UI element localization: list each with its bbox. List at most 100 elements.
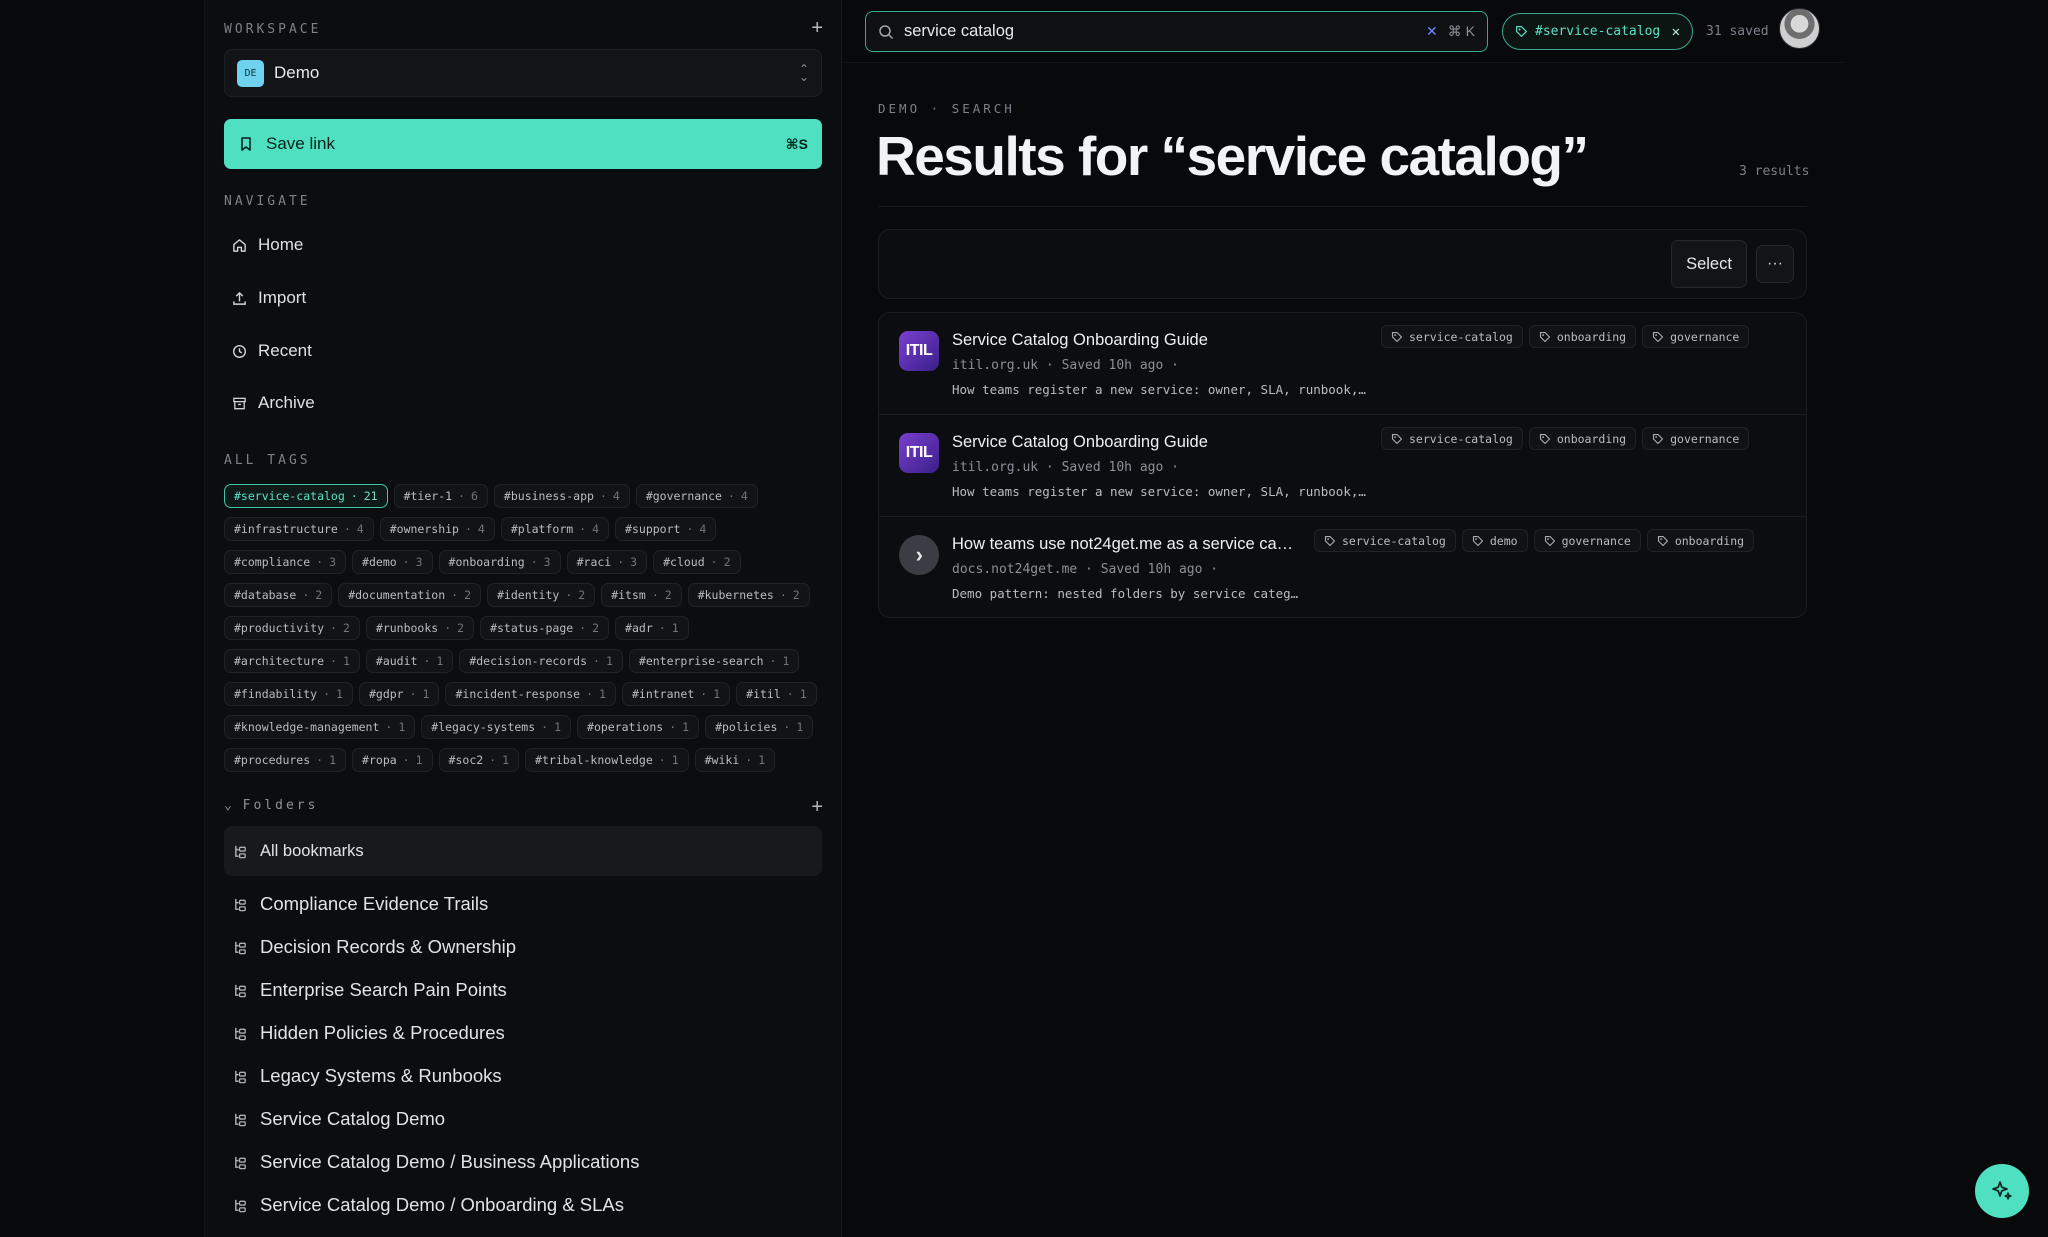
result-title[interactable]: Service Catalog Onboarding Guide xyxy=(952,433,1208,452)
tag-chip[interactable]: #status-page · 2 xyxy=(480,616,610,640)
separator-dot: · xyxy=(579,522,587,536)
nav-recent[interactable]: Recent xyxy=(224,331,822,371)
tag-chip[interactable]: #intranet · 1 xyxy=(621,682,731,706)
folder-item[interactable]: Legacy Systems & Runbooks xyxy=(224,1053,822,1099)
tag-count: 1 xyxy=(671,753,679,767)
folder-item[interactable]: Service Catalog Demo / Onboarding & SLAs xyxy=(224,1182,822,1228)
tag-name: #cloud xyxy=(663,555,705,569)
tag-chip[interactable]: #kubernetes · 2 xyxy=(687,583,810,607)
workspace-select[interactable]: DE Demo ⌃ ⌄ xyxy=(224,49,822,97)
remove-filter-icon[interactable]: ✕ xyxy=(1672,24,1680,40)
separator-dot: · xyxy=(565,588,573,602)
tag-name: #itsm xyxy=(611,588,646,602)
clear-search-icon[interactable]: ✕ xyxy=(1426,23,1438,40)
result-tag[interactable]: onboarding xyxy=(1528,427,1637,450)
tag-name: #incident-response xyxy=(455,687,581,701)
tag-chip[interactable]: #audit · 1 xyxy=(365,649,454,673)
avatar[interactable] xyxy=(1779,8,1820,49)
tag-icon xyxy=(1539,331,1550,342)
tag-chip[interactable]: #identity · 2 xyxy=(487,583,596,607)
tag-chip[interactable]: #platform · 4 xyxy=(500,517,610,541)
tag-chip[interactable]: #itil · 1 xyxy=(736,682,817,706)
tag-chip[interactable]: #ownership · 4 xyxy=(379,517,495,541)
tag-chip[interactable]: #cloud · 2 xyxy=(653,550,741,574)
tag-chip[interactable]: #operations · 1 xyxy=(577,715,700,739)
result-row[interactable]: › How teams use not24get.me as a service … xyxy=(879,517,1806,617)
result-tag[interactable]: onboarding xyxy=(1528,325,1637,348)
tag-chip[interactable]: #findability · 1 xyxy=(224,682,353,706)
folder-item[interactable]: Compliance Evidence Trails xyxy=(224,881,822,927)
workspace-name: Demo xyxy=(274,63,320,82)
tag-count: 4 xyxy=(699,522,707,536)
result-tag[interactable]: governance xyxy=(1642,427,1750,450)
tag-chip[interactable]: #wiki · 1 xyxy=(694,748,776,772)
folder-item[interactable]: Decision Records & Ownership xyxy=(224,924,822,970)
result-tag[interactable]: governance xyxy=(1642,325,1750,348)
tag-chip[interactable]: #enterprise-search · 1 xyxy=(628,649,800,673)
tag-name: #operations xyxy=(587,720,664,734)
result-tag-label: governance xyxy=(1561,533,1631,548)
tag-count: 1 xyxy=(713,687,721,701)
tag-chip[interactable]: #infrastructure · 4 xyxy=(224,517,374,541)
tag-count: 4 xyxy=(612,489,620,503)
result-row[interactable]: ITIL Service Catalog Onboarding Guide itil… xyxy=(879,415,1806,517)
folder-all-bookmarks[interactable]: All bookmarks xyxy=(224,826,822,876)
folders-header[interactable]: ⌄ Folders xyxy=(224,798,318,813)
tag-chip[interactable]: #legacy-systems · 1 xyxy=(421,715,572,739)
tag-chip[interactable]: #productivity · 2 xyxy=(224,616,360,640)
result-row[interactable]: ITIL Service Catalog Onboarding Guide itil… xyxy=(879,313,1806,415)
more-options-button[interactable]: ··· xyxy=(1756,245,1794,283)
result-tag[interactable]: demo xyxy=(1461,529,1528,552)
tag-chip[interactable]: #database · 2 xyxy=(224,583,333,607)
tag-chip[interactable]: #tier-1 · 6 xyxy=(393,484,488,508)
folder-item[interactable]: Enterprise Search Pain Points xyxy=(224,967,822,1013)
tag-chip[interactable]: #support · 4 xyxy=(615,517,717,541)
tag-chip[interactable]: #runbooks · 2 xyxy=(365,616,475,640)
result-tag[interactable]: onboarding xyxy=(1646,529,1755,552)
separator-dot: · xyxy=(302,588,310,602)
tag-chip[interactable]: #itsm · 2 xyxy=(601,583,682,607)
select-button[interactable]: Select xyxy=(1671,240,1747,288)
result-tag[interactable]: service-catalog xyxy=(1314,529,1456,552)
active-tag-filter[interactable]: #service-catalog ✕ xyxy=(1502,13,1693,50)
search-input[interactable]: service catalog xyxy=(904,22,1426,41)
result-tag[interactable]: governance xyxy=(1533,529,1641,552)
tag-chip[interactable]: #business-app · 4 xyxy=(493,484,630,508)
folder-item[interactable]: Hidden Policies & Procedures xyxy=(224,1010,822,1056)
tag-chip[interactable]: #governance · 4 xyxy=(635,484,758,508)
tag-chip[interactable]: #adr · 1 xyxy=(615,616,689,640)
nav-archive[interactable]: Archive xyxy=(224,383,822,423)
tag-chip[interactable]: #raci · 3 xyxy=(566,550,648,574)
tag-chip[interactable]: #procedures · 1 xyxy=(224,748,347,772)
tag-chip[interactable]: #demo · 3 xyxy=(352,550,433,574)
result-title[interactable]: Service Catalog Onboarding Guide xyxy=(952,331,1208,350)
folder-item[interactable]: Service Catalog Demo / Business Applicat… xyxy=(224,1139,822,1185)
search-bar[interactable]: service catalog ✕ ⌘ K xyxy=(865,11,1488,52)
tag-chip[interactable]: #documentation · 2 xyxy=(338,583,481,607)
tag-chip[interactable]: #policies · 1 xyxy=(705,715,814,739)
tag-chip[interactable]: #decision-records · 1 xyxy=(459,649,623,673)
tag-chip[interactable]: #architecture · 1 xyxy=(224,649,360,673)
folder-tree-icon xyxy=(235,845,246,858)
ai-assistant-button[interactable] xyxy=(1975,1164,2029,1218)
tag-chip[interactable]: #tribal-knowledge · 1 xyxy=(525,748,689,772)
result-title[interactable]: How teams use not24get.me as a service c… xyxy=(952,535,1293,554)
result-tag[interactable]: service-catalog xyxy=(1381,325,1523,348)
tag-chip[interactable]: #incident-response · 1 xyxy=(445,682,616,706)
nav-home[interactable]: Home xyxy=(224,225,822,265)
tag-chip[interactable]: #ropa · 1 xyxy=(352,748,433,772)
result-tag[interactable]: service-catalog xyxy=(1381,427,1523,450)
tag-name: #intranet xyxy=(631,687,695,701)
tag-chip[interactable]: #soc2 · 1 xyxy=(438,748,520,772)
tag-count: 1 xyxy=(422,687,430,701)
tag-chip[interactable]: #onboarding · 3 xyxy=(438,550,561,574)
add-folder-button[interactable]: + xyxy=(811,797,823,817)
tag-chip[interactable]: #compliance · 3 xyxy=(224,550,347,574)
tag-chip[interactable]: #knowledge-management · 1 xyxy=(224,715,416,739)
save-link-button[interactable]: Save link ⌘S xyxy=(224,119,822,169)
tag-chip[interactable]: #gdpr · 1 xyxy=(358,682,440,706)
add-workspace-button[interactable]: + xyxy=(811,18,823,38)
tag-chip[interactable]: #service-catalog · 21 xyxy=(224,484,388,508)
nav-import[interactable]: Import xyxy=(224,278,822,318)
folder-item[interactable]: Service Catalog Demo xyxy=(224,1096,822,1142)
